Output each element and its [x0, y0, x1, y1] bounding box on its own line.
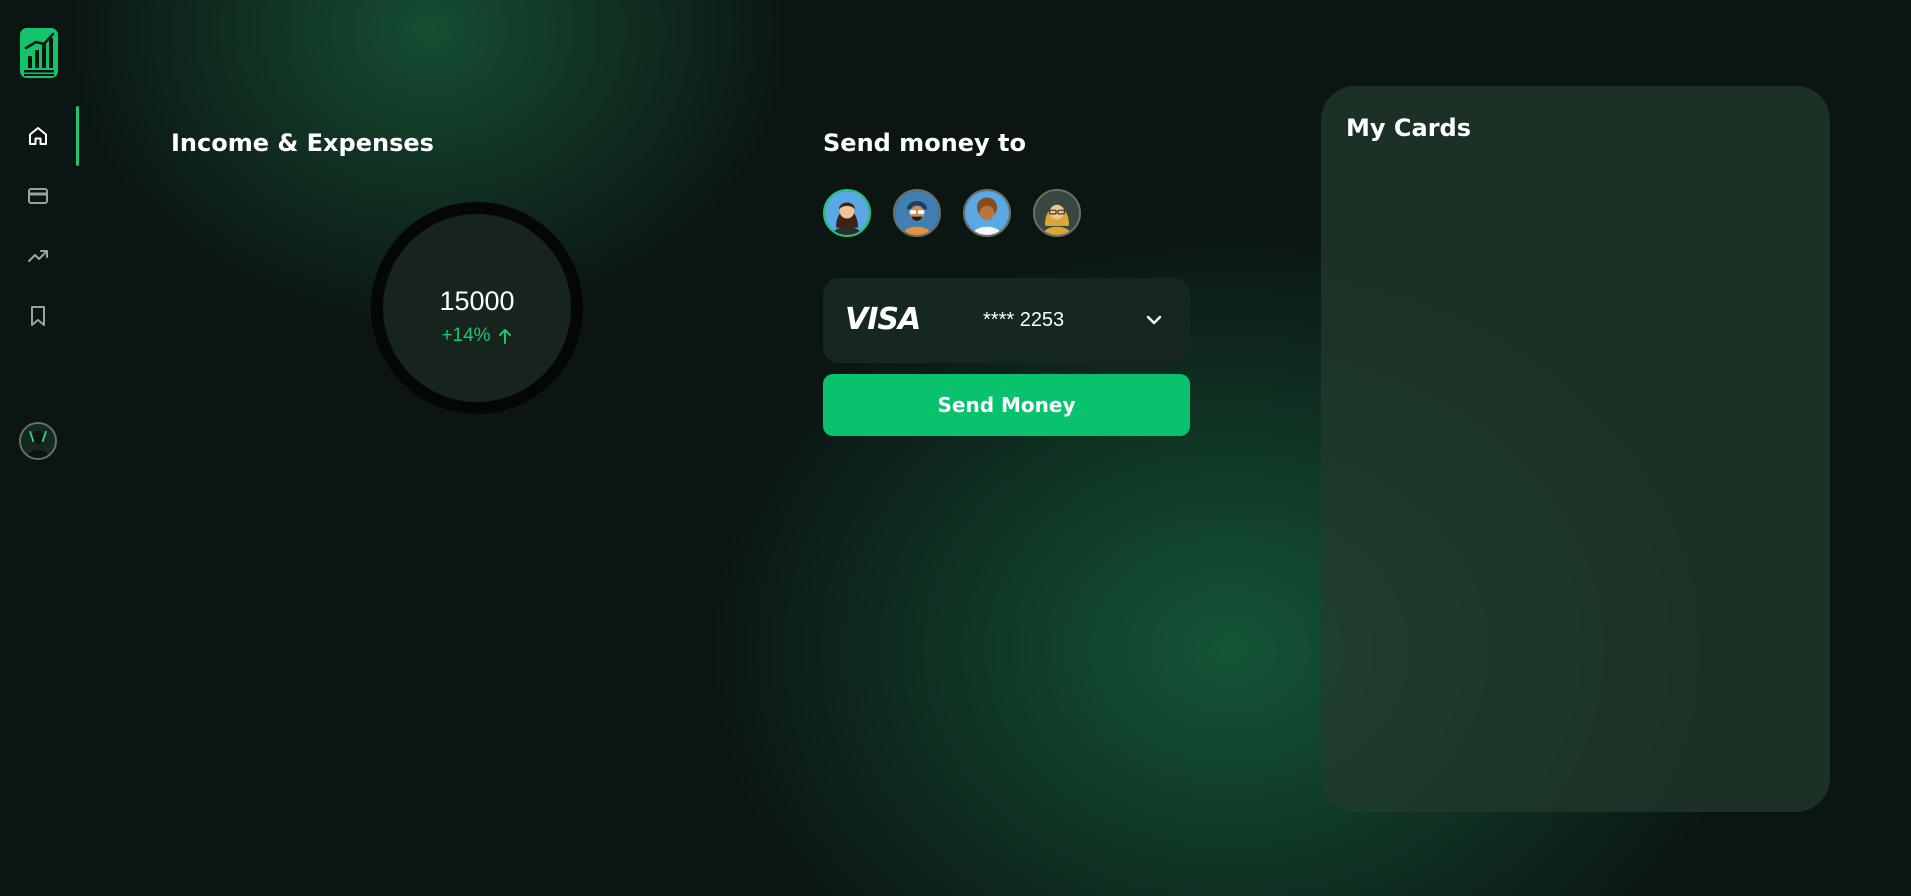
- recipient-avatar-1[interactable]: [823, 189, 871, 237]
- app-logo-icon[interactable]: [20, 28, 58, 78]
- income-gauge: 15000 +14%: [371, 202, 583, 414]
- nav-bookmarks[interactable]: [20, 298, 56, 334]
- active-nav-indicator: [76, 106, 79, 166]
- income-title: Income & Expenses: [171, 129, 434, 157]
- nav-analytics[interactable]: [20, 238, 56, 274]
- card-number: **** 2253: [983, 309, 1065, 331]
- sidebar: [0, 0, 80, 896]
- my-cards-panel: My Cards: [1321, 86, 1830, 812]
- nav-cards[interactable]: [20, 178, 56, 214]
- blonde-glasses-avatar: [1035, 191, 1079, 235]
- arrow-up-icon: [498, 329, 511, 344]
- income-value: 15000: [439, 286, 515, 316]
- recipient-avatar-4[interactable]: [1033, 189, 1081, 237]
- visa-logo: VISA: [845, 302, 921, 337]
- bookmark-icon: [31, 306, 45, 326]
- man-glasses-avatar: [895, 191, 939, 235]
- curly-hair-avatar: [965, 191, 1009, 235]
- card-select-dropdown[interactable]: VISA **** 2253: [823, 278, 1190, 363]
- trending-up-icon: [28, 250, 48, 262]
- my-cards-title: My Cards: [1346, 114, 1471, 142]
- send-money-title: Send money to: [823, 129, 1027, 157]
- woman-avatar: [825, 191, 869, 235]
- send-money-button[interactable]: Send Money: [823, 374, 1190, 436]
- home-icon: [29, 127, 47, 145]
- credit-card-icon: [28, 188, 48, 204]
- user-avatar[interactable]: [19, 422, 57, 460]
- chevron-down-icon[interactable]: [1144, 310, 1164, 330]
- recipient-avatar-3[interactable]: [963, 189, 1011, 237]
- income-change-label: +14%: [441, 325, 491, 346]
- income-change: +14%: [383, 325, 571, 347]
- recipient-avatar-2[interactable]: [893, 189, 941, 237]
- nav-home[interactable]: [20, 118, 56, 154]
- gauge-center: 15000 +14%: [383, 214, 571, 402]
